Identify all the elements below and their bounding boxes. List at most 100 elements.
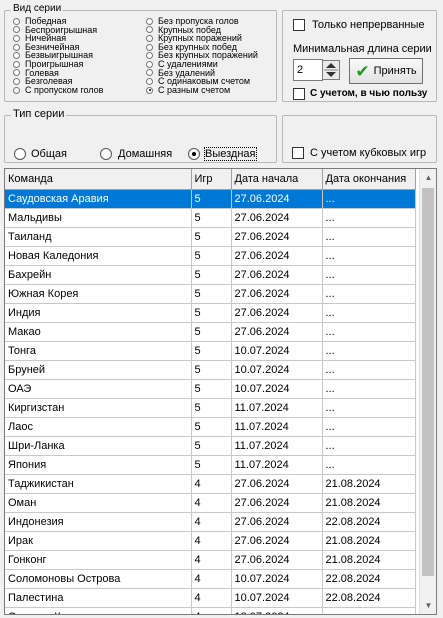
scroll-up-icon[interactable]: ▲ (420, 169, 436, 186)
cell-end-date: ... (322, 417, 416, 437)
cell-games: 5 (191, 189, 232, 209)
cell-end-date: ... (322, 246, 416, 266)
vertical-scrollbar[interactable]: ▲ ▼ (419, 169, 436, 614)
table-row[interactable]: Киргизстан 5 11.07.2024... (5, 398, 416, 418)
table-row[interactable]: Япония 5 11.07.2024... (5, 455, 416, 475)
cell-end-date: ... (322, 322, 416, 342)
cell-end-date: ... (322, 379, 416, 399)
table-row[interactable]: Мальдивы 5 27.06.2024... (5, 208, 416, 228)
cell-team: Таиланд (5, 227, 192, 247)
cell-start-date: 10.07.2024 (231, 588, 323, 608)
series-type-radio[interactable] (146, 34, 153, 42)
cell-start-date: 27.06.2024 (231, 550, 323, 570)
table-row[interactable]: Соломоновы Острова 4 10.07.2024 22.08.2024 (5, 569, 416, 589)
series-type-radio[interactable] (13, 26, 20, 34)
series-type-radio[interactable] (13, 86, 20, 94)
table-row[interactable]: Таиланд 5 27.06.2024... (5, 227, 416, 247)
series-type-radio[interactable] (146, 86, 153, 94)
cell-end-date: ... (322, 436, 416, 456)
series-type-radio[interactable] (13, 43, 20, 51)
location-radio-away[interactable] (188, 148, 200, 160)
table-row[interactable]: Шри-Ланка 5 11.07.2024... (5, 436, 416, 456)
table-row[interactable]: Бруней 5 10.07.2024... (5, 360, 416, 380)
cell-games: 5 (191, 436, 232, 456)
whose-favor-checkbox[interactable] (293, 88, 305, 100)
min-length-label: Минимальная длина серии (293, 43, 432, 55)
table-row[interactable]: Новая Каледония 5 27.06.2024... (5, 246, 416, 266)
cell-team: Гонконг (5, 550, 192, 570)
cell-start-date: 27.06.2024 (231, 493, 323, 513)
cell-games: 5 (191, 303, 232, 323)
table-row[interactable]: Таджикистан 4 27.06.2024 21.08.2024 (5, 474, 416, 494)
table-row[interactable]: Бахрейн 5 27.06.2024... (5, 265, 416, 285)
cell-team: Бруней (5, 360, 192, 380)
location-label-away: Выездная (204, 147, 257, 161)
series-type-label: С пропуском голов (25, 84, 104, 95)
table-row[interactable]: Южная Корея 5 27.06.2024... (5, 284, 416, 304)
series-type-radio[interactable] (13, 17, 20, 25)
table-row[interactable]: Индия 5 27.06.2024... (5, 303, 416, 323)
cell-start-date: 27.06.2024 (231, 474, 323, 494)
series-type-radio[interactable] (146, 52, 153, 60)
only-continuous-label: Только непрерванные (312, 19, 425, 31)
series-type-option[interactable]: С разным счетом (146, 85, 258, 95)
location-radio-home[interactable] (100, 148, 112, 160)
scroll-thumb[interactable] (422, 188, 434, 576)
apply-button-label: Принять (373, 65, 417, 77)
series-type-radio[interactable] (146, 43, 153, 51)
series-table[interactable]: Команда Игр Дата начала Дата окончания С… (4, 168, 437, 615)
only-continuous-checkbox[interactable] (293, 19, 305, 31)
column-header-end-date[interactable]: Дата окончания (322, 169, 416, 190)
series-type-radio[interactable] (13, 69, 20, 77)
cell-games: 4 (191, 569, 232, 589)
column-header-team[interactable]: Команда (5, 169, 192, 190)
cup-games-checkbox[interactable] (292, 147, 304, 159)
table-row[interactable]: ОАЭ 5 10.07.2024... (5, 379, 416, 399)
cell-team: Индия (5, 303, 192, 323)
column-header-games[interactable]: Игр (191, 169, 232, 190)
table-row[interactable]: Тонга 5 10.07.2024... (5, 341, 416, 361)
cell-end-date: 21.08.2024 (322, 531, 416, 551)
table-row[interactable]: Индонезия 4 27.06.2024 22.08.2024 (5, 512, 416, 532)
cell-end-date: ... (322, 189, 416, 209)
cell-team: Япония (5, 455, 192, 475)
cell-start-date: 27.06.2024 (231, 303, 323, 323)
cell-start-date: 10.07.2024 (231, 569, 323, 589)
series-type-radio[interactable] (13, 77, 20, 85)
table-row[interactable]: Саудовская Аравия 5 27.06.2024... (5, 189, 416, 209)
table-row[interactable]: Лаос 5 11.07.2024... (5, 417, 416, 437)
table-row[interactable]: Ирак 4 27.06.2024 21.08.2024 (5, 531, 416, 551)
series-type-radio[interactable] (146, 69, 153, 77)
cell-team: Саудовская Аравия (5, 189, 192, 209)
min-length-spinner[interactable] (322, 60, 340, 80)
scroll-down-icon[interactable]: ▼ (420, 597, 436, 614)
cell-end-date: 22.08.2024 (322, 569, 416, 589)
min-length-input[interactable]: 2 (293, 59, 323, 81)
series-type-radio[interactable] (146, 77, 153, 85)
location-label-all: Общая (31, 148, 67, 160)
location-radio-all[interactable] (14, 148, 26, 160)
cell-team: Лаос (5, 417, 192, 437)
table-row[interactable]: Оман 4 27.06.2024 21.08.2024 (5, 493, 416, 513)
cell-games: 4 (191, 512, 232, 532)
cell-start-date: 27.06.2024 (231, 265, 323, 285)
series-type-radio[interactable] (146, 60, 153, 68)
cell-games: 5 (191, 322, 232, 342)
series-type-radio[interactable] (13, 60, 20, 68)
series-type-option[interactable]: С пропуском голов (13, 84, 104, 95)
cell-end-date: 21.08.2024 (322, 474, 416, 494)
table-row[interactable]: Острова Кука418.07.2024... (5, 607, 416, 614)
series-type-radio[interactable] (146, 26, 153, 34)
cell-team: Мальдивы (5, 208, 192, 228)
cell-games: 4 (191, 607, 232, 614)
cell-team: Ирак (5, 531, 192, 551)
table-row[interactable]: Гонконг 4 27.06.2024 21.08.2024 (5, 550, 416, 570)
series-type-radio[interactable] (13, 52, 20, 60)
series-type-radio[interactable] (146, 17, 153, 25)
table-row[interactable]: Макао 5 27.06.2024... (5, 322, 416, 342)
series-type-radio[interactable] (13, 34, 20, 42)
column-header-start-date[interactable]: Дата начала (231, 169, 323, 190)
table-row[interactable]: Палестина 4 10.07.2024 22.08.2024 (5, 588, 416, 608)
apply-button[interactable]: ✔ Принять (349, 58, 423, 84)
table-header-row: Команда Игр Дата начала Дата окончания (5, 169, 416, 190)
